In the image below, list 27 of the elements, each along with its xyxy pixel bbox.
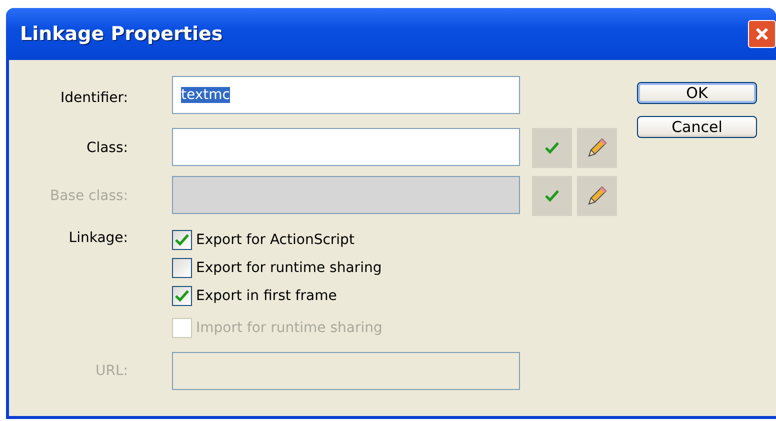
checkbox[interactable] <box>172 230 192 250</box>
check-icon <box>544 140 560 156</box>
checkbox-label: Export in first frame <box>196 288 337 304</box>
checkbox-label: Export for ActionScript <box>196 232 354 248</box>
pencil-icon <box>585 136 609 160</box>
linkage-label: Linkage: <box>68 230 128 246</box>
checkbox-label: Import for runtime sharing <box>196 320 382 336</box>
dialog-button[interactable]: Cancel <box>637 116 757 138</box>
close-button[interactable] <box>748 20 776 48</box>
checkbox[interactable] <box>172 286 192 306</box>
field-label: URL: <box>96 363 128 379</box>
dialog-button[interactable]: OK <box>637 82 757 104</box>
edit-button[interactable] <box>577 176 617 216</box>
input-field[interactable] <box>172 128 520 166</box>
field-label: Base class: <box>50 188 128 204</box>
check-icon <box>544 188 560 204</box>
close-icon <box>754 26 770 42</box>
checkbox-label: Export for runtime sharing <box>196 260 382 276</box>
edit-button[interactable] <box>577 128 617 168</box>
window-title: Linkage Properties <box>20 23 223 45</box>
check-button[interactable] <box>532 128 572 168</box>
checkbox[interactable] <box>172 258 192 278</box>
field-label: Identifier: <box>60 90 128 106</box>
pencil-icon <box>585 184 609 208</box>
field-label: Class: <box>86 140 128 156</box>
input-field[interactable] <box>172 352 520 390</box>
input-field[interactable]: textmc <box>172 76 520 114</box>
